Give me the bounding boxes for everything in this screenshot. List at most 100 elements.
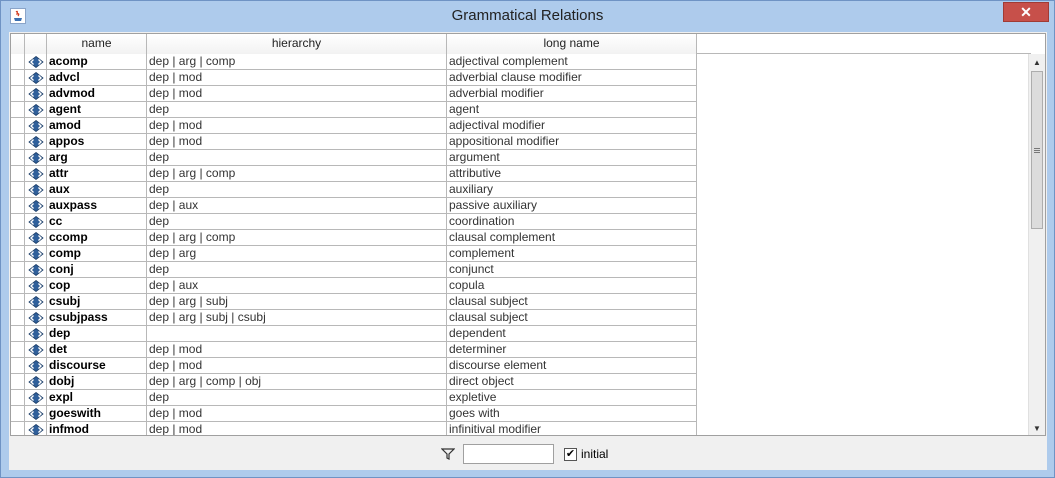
- cell-hierarchy[interactable]: dep | mod: [147, 118, 447, 133]
- diamond-arrows-icon[interactable]: [25, 166, 47, 181]
- diamond-arrows-icon[interactable]: [25, 182, 47, 197]
- cell-long-name[interactable]: dependent: [447, 326, 697, 341]
- cell-name[interactable]: cc: [47, 214, 147, 229]
- cell-long-name[interactable]: clausal complement: [447, 230, 697, 245]
- cell-name[interactable]: conj: [47, 262, 147, 277]
- table-row[interactable]: advmod dep | mod adverbial modifier: [11, 86, 697, 102]
- cell-hierarchy[interactable]: [147, 326, 447, 341]
- cell-long-name[interactable]: clausal subject: [447, 294, 697, 309]
- diamond-arrows-icon[interactable]: [25, 422, 47, 435]
- column-header-name[interactable]: name: [47, 34, 147, 54]
- cell-hierarchy[interactable]: dep: [147, 390, 447, 405]
- table-row[interactable]: appos dep | mod appositional modifier: [11, 134, 697, 150]
- cell-long-name[interactable]: complement: [447, 246, 697, 261]
- diamond-arrows-icon[interactable]: [25, 54, 47, 69]
- table-row[interactable]: cc dep coordination: [11, 214, 697, 230]
- cell-long-name[interactable]: auxiliary: [447, 182, 697, 197]
- table-row[interactable]: auxpass dep | aux passive auxiliary: [11, 198, 697, 214]
- cell-long-name[interactable]: coordination: [447, 214, 697, 229]
- cell-name[interactable]: amod: [47, 118, 147, 133]
- cell-long-name[interactable]: agent: [447, 102, 697, 117]
- diamond-arrows-icon[interactable]: [25, 198, 47, 213]
- table-row[interactable]: acomp dep | arg | comp adjectival compleme…: [11, 54, 697, 70]
- cell-name[interactable]: dobj: [47, 374, 147, 389]
- diamond-arrows-icon[interactable]: [25, 390, 47, 405]
- diamond-arrows-icon[interactable]: [25, 262, 47, 277]
- table-row[interactable]: aux dep auxiliary: [11, 182, 697, 198]
- diamond-arrows-icon[interactable]: [25, 102, 47, 117]
- cell-hierarchy[interactable]: dep | arg: [147, 246, 447, 261]
- cell-hierarchy[interactable]: dep | aux: [147, 198, 447, 213]
- cell-hierarchy[interactable]: dep: [147, 262, 447, 277]
- table-row[interactable]: amod dep | mod adjectival modifier: [11, 118, 697, 134]
- cell-long-name[interactable]: direct object: [447, 374, 697, 389]
- table-row[interactable]: agent dep agent: [11, 102, 697, 118]
- cell-name[interactable]: dep: [47, 326, 147, 341]
- diamond-arrows-icon[interactable]: [25, 246, 47, 261]
- cell-long-name[interactable]: passive auxiliary: [447, 198, 697, 213]
- cell-hierarchy[interactable]: dep | arg | comp: [147, 54, 447, 69]
- table-row[interactable]: attr dep | arg | comp attributive: [11, 166, 697, 182]
- cell-long-name[interactable]: conjunct: [447, 262, 697, 277]
- cell-name[interactable]: auxpass: [47, 198, 147, 213]
- diamond-arrows-icon[interactable]: [25, 86, 47, 101]
- cell-name[interactable]: ccomp: [47, 230, 147, 245]
- diamond-arrows-icon[interactable]: [25, 374, 47, 389]
- filter-input[interactable]: [463, 444, 554, 464]
- cell-name[interactable]: appos: [47, 134, 147, 149]
- cell-name[interactable]: agent: [47, 102, 147, 117]
- close-button[interactable]: ✕: [1003, 2, 1049, 22]
- cell-hierarchy[interactable]: dep: [147, 214, 447, 229]
- diamond-arrows-icon[interactable]: [25, 342, 47, 357]
- scroll-up-arrow-icon[interactable]: ▲: [1029, 54, 1045, 70]
- cell-hierarchy[interactable]: dep: [147, 182, 447, 197]
- cell-long-name[interactable]: adjectival complement: [447, 54, 697, 69]
- diamond-arrows-icon[interactable]: [25, 294, 47, 309]
- table-row[interactable]: arg dep argument: [11, 150, 697, 166]
- table-row[interactable]: dep dependent: [11, 326, 697, 342]
- title-bar[interactable]: Grammatical Relations ✕: [1, 1, 1054, 32]
- cell-name[interactable]: acomp: [47, 54, 147, 69]
- cell-long-name[interactable]: determiner: [447, 342, 697, 357]
- table-row[interactable]: advcl dep | mod adverbial clause modifier: [11, 70, 697, 86]
- cell-name[interactable]: arg: [47, 150, 147, 165]
- cell-long-name[interactable]: attributive: [447, 166, 697, 181]
- cell-long-name[interactable]: expletive: [447, 390, 697, 405]
- cell-name[interactable]: comp: [47, 246, 147, 261]
- table-row[interactable]: cop dep | aux copula: [11, 278, 697, 294]
- cell-hierarchy[interactable]: dep | arg | comp | obj: [147, 374, 447, 389]
- cell-name[interactable]: discourse: [47, 358, 147, 373]
- cell-hierarchy[interactable]: dep | arg | comp: [147, 230, 447, 245]
- diamond-arrows-icon[interactable]: [25, 118, 47, 133]
- initial-checkbox[interactable]: ✔: [564, 448, 577, 461]
- table-row[interactable]: det dep | mod determiner: [11, 342, 697, 358]
- cell-hierarchy[interactable]: dep | aux: [147, 278, 447, 293]
- cell-hierarchy[interactable]: dep | arg | comp: [147, 166, 447, 181]
- cell-name[interactable]: csubj: [47, 294, 147, 309]
- cell-name[interactable]: goeswith: [47, 406, 147, 421]
- table-row[interactable]: expl dep expletive: [11, 390, 697, 406]
- cell-name[interactable]: attr: [47, 166, 147, 181]
- diamond-arrows-icon[interactable]: [25, 278, 47, 293]
- diamond-arrows-icon[interactable]: [25, 406, 47, 421]
- diamond-arrows-icon[interactable]: [25, 358, 47, 373]
- cell-hierarchy[interactable]: dep | mod: [147, 134, 447, 149]
- initial-checkbox-label[interactable]: initial: [581, 447, 608, 461]
- cell-name[interactable]: det: [47, 342, 147, 357]
- cell-hierarchy[interactable]: dep: [147, 150, 447, 165]
- cell-hierarchy[interactable]: dep | mod: [147, 342, 447, 357]
- table-row[interactable]: discourse dep | mod discourse element: [11, 358, 697, 374]
- table-row[interactable]: dobj dep | arg | comp | obj direct object: [11, 374, 697, 390]
- table-row[interactable]: conj dep conjunct: [11, 262, 697, 278]
- cell-name[interactable]: csubjpass: [47, 310, 147, 325]
- cell-name[interactable]: expl: [47, 390, 147, 405]
- cell-hierarchy[interactable]: dep | mod: [147, 358, 447, 373]
- scroll-thumb[interactable]: [1031, 71, 1043, 229]
- table-row[interactable]: comp dep | arg complement: [11, 246, 697, 262]
- diamond-arrows-icon[interactable]: [25, 70, 47, 85]
- cell-hierarchy[interactable]: dep | mod: [147, 86, 447, 101]
- cell-long-name[interactable]: adjectival modifier: [447, 118, 697, 133]
- diamond-arrows-icon[interactable]: [25, 134, 47, 149]
- diamond-arrows-icon[interactable]: [25, 326, 47, 341]
- vertical-scrollbar[interactable]: ▲ ▼: [1028, 54, 1045, 435]
